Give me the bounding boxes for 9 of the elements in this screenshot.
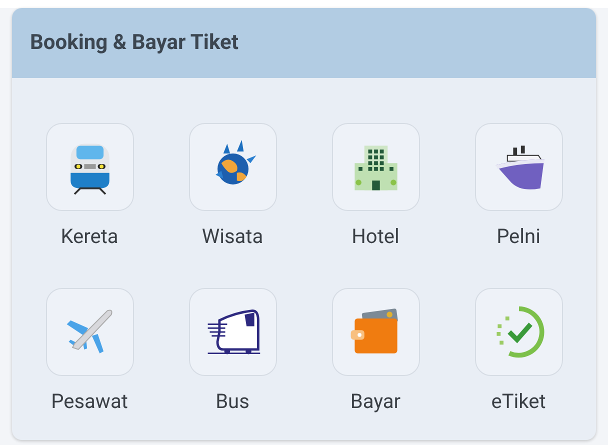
- service-button[interactable]: Hotel: [304, 123, 447, 248]
- service-button[interactable]: Pesawat: [18, 288, 161, 413]
- service-button[interactable]: Kereta: [18, 123, 161, 248]
- service-button[interactable]: Wisata: [161, 123, 304, 248]
- service-button[interactable]: Bus: [161, 288, 304, 413]
- service-button[interactable]: Pelni: [447, 123, 590, 248]
- card-title: Booking & Bayar Tiket: [30, 31, 238, 55]
- service-button[interactable]: Bayar: [304, 288, 447, 413]
- service-button[interactable]: eTiket: [447, 288, 590, 413]
